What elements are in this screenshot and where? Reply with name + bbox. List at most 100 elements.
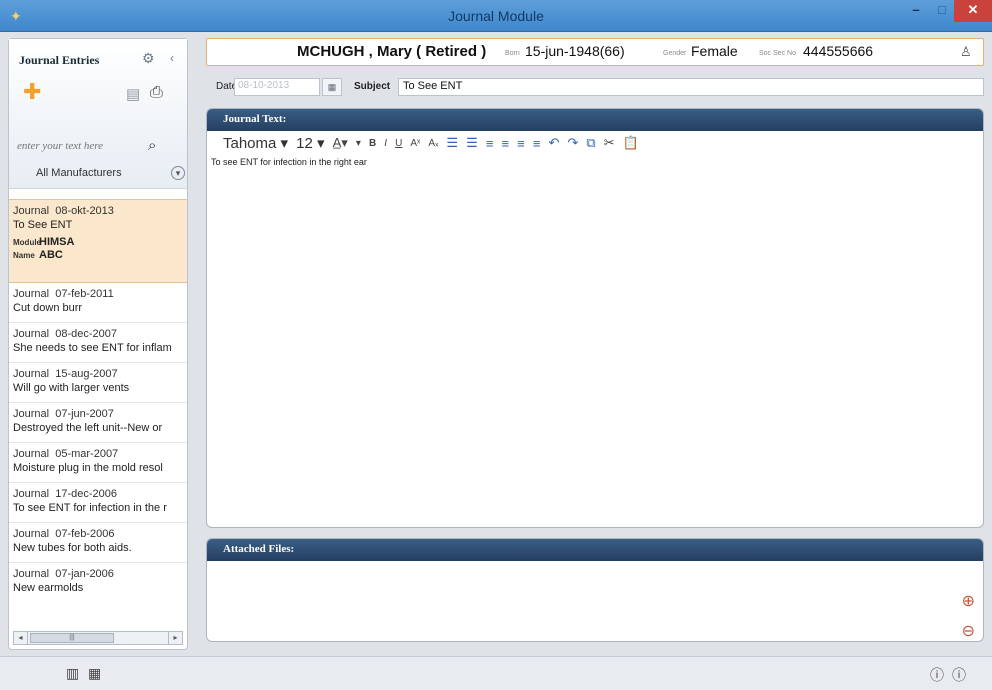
bold-icon[interactable]: B [369, 138, 376, 149]
entry-date: 08-okt-2013 [55, 205, 114, 217]
journal-entries-header: Journal Entries ⚙ ‹ ✚ ▤ ⎙ ⌕ All Manufact… [9, 39, 187, 189]
numbered-list-icon[interactable]: ☰ [466, 135, 478, 151]
scroll-thumb[interactable]: ||| [30, 633, 114, 643]
remove-file-icon[interactable]: ⊖ [962, 621, 975, 641]
search-input[interactable] [9, 135, 169, 157]
chevron-left-icon[interactable]: ‹ [170, 51, 174, 65]
list-item[interactable]: Journal 08-dec-2007 She needs to see ENT… [9, 323, 187, 363]
grid-view-icon[interactable]: ▦ [88, 665, 101, 682]
module-label: Module [13, 238, 41, 247]
subscript-icon[interactable]: Aₓ [428, 138, 438, 149]
align-right-icon[interactable]: ≡ [517, 136, 525, 151]
minimize-button[interactable]: – [902, 0, 930, 22]
journal-text-header: Journal Text: [207, 109, 983, 131]
editor-toolbar: Tahoma ▾ 12 ▾ A̲▾ ▾ B I U Aˣ Aₓ ☰ ☰ ≡ ≡ … [207, 131, 983, 155]
filter-dropdown-icon[interactable]: ▾ [171, 166, 185, 180]
horizontal-scrollbar[interactable]: ◂ ||| ▸ [13, 631, 183, 645]
font-size-value: 12 [296, 135, 313, 152]
entry-date: 07-feb-2006 [55, 528, 115, 540]
list-item[interactable]: Journal 07-jun-2007 Destroyed the left u… [9, 403, 187, 443]
scroll-right-icon[interactable]: ▸ [168, 632, 182, 644]
save-icon[interactable]: ▤ [126, 85, 140, 103]
entry-text: To see ENT for infection in the r [13, 502, 167, 514]
date-field[interactable]: 08-10-2013 [234, 78, 320, 96]
patient-name: MCHUGH , Mary ( Retired ) [297, 43, 487, 60]
scroll-left-icon[interactable]: ◂ [14, 632, 28, 644]
module-value: HIMSA [39, 236, 75, 248]
entry-text: Cut down burr [13, 302, 83, 314]
entry-label: Journal [13, 568, 50, 580]
journal-entry-list: Journal 08-okt-2013 To See ENT ModuleHIM… [9, 199, 187, 603]
entry-label: Journal [13, 448, 50, 460]
cut-icon[interactable]: ✂ [604, 135, 615, 151]
entry-label: Journal [13, 488, 50, 500]
font-name-dropdown[interactable]: Tahoma ▾ [223, 134, 288, 152]
title-bar: ✦ Journal Module – □ ✕ [0, 0, 992, 32]
align-center-icon[interactable]: ≡ [502, 136, 510, 151]
font-color-icon[interactable]: A̲▾ [333, 135, 348, 151]
close-button[interactable]: ✕ [954, 0, 992, 22]
subject-label: Subject [354, 81, 391, 92]
entry-date: 05-mar-2007 [55, 448, 119, 460]
help-icon[interactable]: ⓘ [952, 665, 966, 685]
subject-field[interactable]: To See ENT [398, 78, 984, 96]
paste-icon[interactable]: 📋 [623, 135, 639, 151]
print-icon[interactable]: ⎙ [150, 84, 163, 102]
list-item[interactable]: Journal 17-dec-2006 To see ENT for infec… [9, 483, 187, 523]
list-item[interactable]: Journal 07-feb-2006 New tubes for both a… [9, 523, 187, 563]
entry-text: To See ENT [13, 219, 73, 231]
list-item[interactable]: Journal 15-aug-2007 Will go with larger … [9, 363, 187, 403]
more-dropdown-icon[interactable]: ▾ [356, 138, 361, 149]
search-icon[interactable]: ⌕ [148, 137, 156, 154]
attached-files-panel: Attached Files: ⊕ ⊖ [206, 538, 984, 642]
born-label: Born [505, 50, 520, 57]
entry-date: 08-dec-2007 [55, 328, 117, 340]
entry-date: 17-dec-2006 [55, 488, 117, 500]
list-item[interactable]: Journal 07-jan-2006 New earmolds [9, 563, 187, 603]
entry-date: 07-feb-2011 [55, 288, 114, 300]
list-item[interactable]: Journal 05-mar-2007 Moisture plug in the… [9, 443, 187, 483]
font-name-value: Tahoma [223, 135, 277, 152]
entry-label: Journal [13, 408, 50, 420]
redo-icon[interactable]: ↷ [567, 135, 578, 151]
list-item[interactable]: Journal 07-feb-2011 Cut down burr [9, 283, 187, 323]
gender-label: Gender [663, 50, 687, 57]
align-left-icon[interactable]: ≡ [486, 136, 494, 151]
add-file-icon[interactable]: ⊕ [962, 591, 975, 611]
info-icon[interactable]: ⓘ [930, 665, 944, 685]
list-item-selected[interactable]: Journal 08-okt-2013 To See ENT ModuleHIM… [9, 199, 187, 283]
user-icon[interactable]: ♙ [960, 44, 972, 60]
gender-value: Female [691, 43, 738, 59]
entry-text: New tubes for both aids. [13, 542, 132, 554]
panel-title: Journal Entries [19, 53, 100, 67]
entry-date: 15-aug-2007 [55, 368, 118, 380]
undo-icon[interactable]: ↶ [548, 135, 559, 151]
entry-text: Moisture plug in the mold resol [13, 462, 163, 474]
gear-icon[interactable]: ⚙ [142, 50, 155, 67]
add-entry-icon[interactable]: ✚ [23, 81, 41, 103]
entry-text: Destroyed the left unit--New or [13, 422, 163, 434]
entry-label: Journal [13, 288, 50, 300]
entry-text: Will go with larger vents [13, 382, 130, 394]
font-size-dropdown[interactable]: 12 ▾ [296, 134, 324, 152]
underline-icon[interactable]: U [395, 138, 402, 149]
name-value: ABC [39, 249, 63, 261]
status-bar: ▥ ▦ ⓘ ⓘ [0, 656, 992, 690]
superscript-icon[interactable]: Aˣ [410, 138, 420, 149]
patient-info-bar: MCHUGH , Mary ( Retired ) Born 15-jun-19… [206, 38, 984, 66]
justify-icon[interactable]: ≡ [533, 136, 541, 151]
entry-date: 07-jan-2006 [55, 568, 114, 580]
entry-label: Journal [13, 528, 50, 540]
entry-label: Journal [13, 328, 50, 340]
list-view-icon[interactable]: ▥ [66, 665, 79, 682]
main-area: Journal Entries ⚙ ‹ ✚ ▤ ⎙ ⌕ All Manufact… [8, 38, 984, 650]
copy-icon[interactable]: ⧉ [586, 135, 595, 151]
journal-text-editor[interactable]: To see ENT for infection in the right ea… [207, 155, 983, 167]
italic-icon[interactable]: I [384, 138, 387, 149]
window-title: Journal Module [448, 8, 544, 24]
journal-entries-panel: Journal Entries ⚙ ‹ ✚ ▤ ⎙ ⌕ All Manufact… [8, 38, 188, 650]
calendar-icon[interactable]: ▦ [322, 78, 342, 96]
manufacturer-filter[interactable]: All Manufacturers [36, 167, 122, 179]
maximize-button[interactable]: □ [930, 0, 954, 22]
bullet-list-icon[interactable]: ☰ [446, 135, 458, 151]
